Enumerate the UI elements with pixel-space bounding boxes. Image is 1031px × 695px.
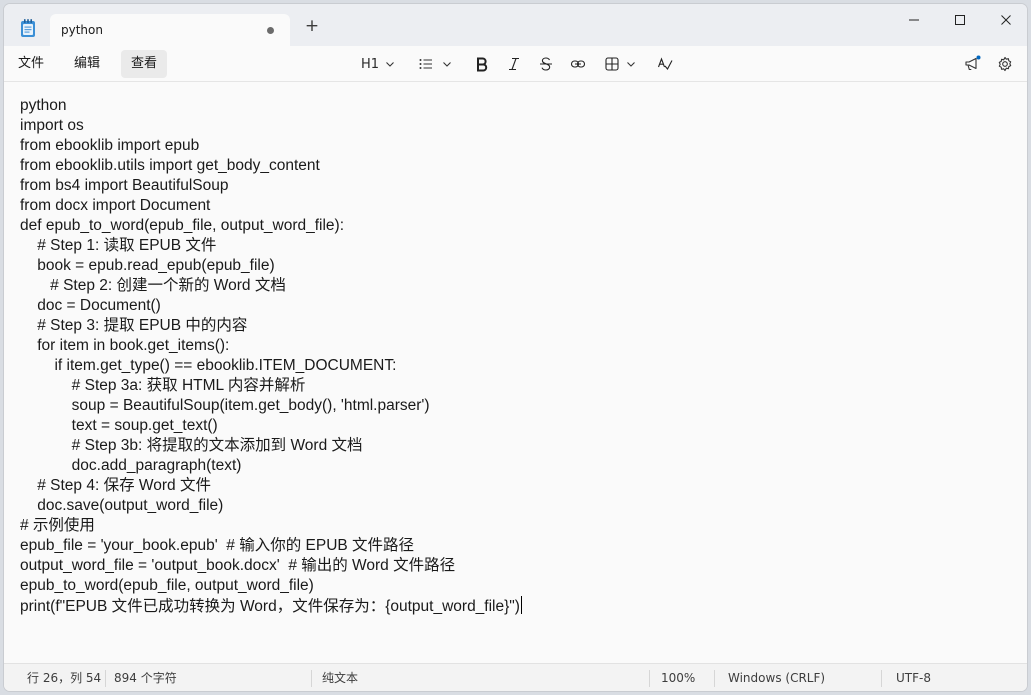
cursor-position[interactable]: 行 26，列 54 bbox=[27, 664, 101, 691]
text-caret bbox=[520, 596, 522, 614]
bullet-list-icon bbox=[419, 59, 432, 69]
code-line: soup = BeautifulSoup(item.get_body(), 'h… bbox=[20, 397, 430, 414]
tab-title: python bbox=[61, 23, 103, 37]
italic-icon bbox=[509, 57, 519, 71]
code-line-with-caret: print(f"EPUB 文件已成功转换为 Word，文件保存为：{output… bbox=[20, 596, 522, 616]
close-icon bbox=[1001, 15, 1011, 25]
spellcheck-icon bbox=[657, 57, 673, 70]
settings-button[interactable] bbox=[997, 52, 1013, 76]
editor-content[interactable]: python import os from ebooklib import ep… bbox=[20, 96, 522, 616]
minimize-button[interactable] bbox=[891, 4, 937, 36]
code-line: output_word_file = 'output_book.docx' # … bbox=[20, 557, 456, 574]
notepad-window: python + 文件 编辑 查看 H1 python import os fr… bbox=[3, 3, 1028, 692]
code-line: import os bbox=[20, 117, 84, 134]
code-line: python bbox=[20, 97, 67, 114]
code-line: from ebooklib import epub bbox=[20, 137, 200, 154]
status-divider bbox=[714, 670, 715, 687]
code-line: for item in book.get_items(): bbox=[20, 337, 230, 354]
code-line: from bs4 import BeautifulSoup bbox=[20, 177, 229, 194]
status-divider bbox=[311, 670, 312, 687]
line-ending[interactable]: Windows (CRLF) bbox=[728, 664, 825, 691]
character-count: 894 个字符 bbox=[114, 671, 177, 685]
status-divider bbox=[649, 670, 650, 687]
strikethrough-icon bbox=[540, 57, 552, 71]
maximize-icon bbox=[955, 15, 965, 25]
notepad-icon bbox=[20, 18, 36, 38]
status-divider bbox=[881, 670, 882, 687]
code-line: # Step 4: 保存 Word 文件 bbox=[20, 477, 211, 494]
table-icon bbox=[605, 57, 619, 71]
menu-file[interactable]: 文件 bbox=[8, 50, 54, 78]
chevron-down-icon bbox=[443, 62, 451, 67]
menu-view[interactable]: 查看 bbox=[121, 50, 168, 78]
menu-toolbar: 文件 编辑 查看 H1 bbox=[4, 46, 1027, 82]
menu-edit[interactable]: 编辑 bbox=[64, 50, 110, 78]
code-line: print(f"EPUB 文件已成功转换为 Word，文件保存为：{output… bbox=[20, 598, 520, 615]
megaphone-icon bbox=[965, 55, 981, 71]
code-line: if item.get_type() == ebooklib.ITEM_DOCU… bbox=[20, 357, 397, 374]
code-line: from ebooklib.utils import get_body_cont… bbox=[20, 157, 320, 174]
code-line: epub_to_word(epub_file, output_word_file… bbox=[20, 577, 314, 594]
text-format[interactable]: 纯文本 bbox=[322, 664, 358, 691]
code-line: from docx import Document bbox=[20, 197, 211, 214]
link-button[interactable] bbox=[570, 52, 586, 76]
code-line: # Step 3a: 获取 HTML 内容并解析 bbox=[20, 377, 306, 394]
heading-dropdown[interactable]: H1 bbox=[361, 52, 395, 76]
link-icon bbox=[570, 60, 586, 68]
table-dropdown[interactable] bbox=[604, 52, 636, 76]
close-button[interactable] bbox=[983, 4, 1027, 36]
bold-button[interactable] bbox=[474, 52, 490, 76]
chevron-down-icon bbox=[386, 62, 394, 67]
code-line: # Step 2: 创建一个新的 Word 文档 bbox=[20, 277, 286, 294]
new-tab-button[interactable]: + bbox=[304, 18, 320, 35]
spellcheck-button[interactable] bbox=[657, 52, 673, 76]
status-bar: 行 26，列 54 894 个字符 纯文本 100% Windows (CRLF… bbox=[4, 663, 1027, 691]
code-line: # Step 1: 读取 EPUB 文件 bbox=[20, 237, 217, 254]
code-line: # Step 3b: 将提取的文本添加到 Word 文档 bbox=[20, 437, 363, 454]
heading-label: H1 bbox=[361, 56, 380, 72]
code-line: epub_file = 'your_book.epub' # 输入你的 EPUB… bbox=[20, 537, 415, 554]
bold-icon bbox=[477, 57, 488, 72]
italic-button[interactable] bbox=[506, 52, 522, 76]
unsaved-dot-icon[interactable] bbox=[267, 27, 274, 34]
code-line: text = soup.get_text() bbox=[20, 417, 218, 434]
code-line: def epub_to_word(epub_file, output_word_… bbox=[20, 217, 345, 234]
text-editor[interactable]: python import os from ebooklib import ep… bbox=[4, 82, 1027, 663]
minimize-icon bbox=[909, 19, 919, 21]
status-divider bbox=[105, 670, 106, 687]
code-line: doc.add_paragraph(text) bbox=[20, 457, 242, 474]
maximize-button[interactable] bbox=[937, 4, 983, 36]
tab-python[interactable]: python bbox=[50, 14, 290, 46]
copilot-button[interactable] bbox=[963, 52, 981, 76]
code-line: book = epub.read_epub(epub_file) bbox=[20, 257, 275, 274]
strikethrough-button[interactable] bbox=[538, 52, 554, 76]
code-line: doc.save(output_word_file) bbox=[20, 497, 224, 514]
encoding[interactable]: UTF-8 bbox=[896, 664, 931, 691]
code-line: doc = Document() bbox=[20, 297, 161, 314]
code-line: # 示例使用 bbox=[20, 517, 95, 534]
title-bar: python + bbox=[4, 4, 1027, 46]
code-line: # Step 3: 提取 EPUB 中的内容 bbox=[20, 317, 248, 334]
chevron-down-icon bbox=[627, 62, 635, 67]
gear-icon bbox=[998, 56, 1012, 72]
zoom-level[interactable]: 100% bbox=[661, 664, 695, 691]
list-dropdown[interactable] bbox=[418, 52, 452, 76]
